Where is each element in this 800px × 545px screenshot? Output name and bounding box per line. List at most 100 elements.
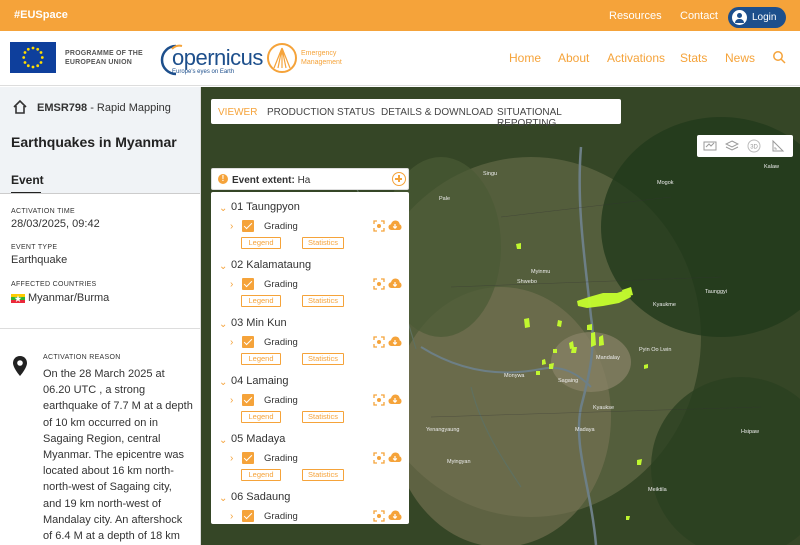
aoi-item: ⌄ 02 Kalamataung › Grading Legend Statis…: [211, 257, 409, 315]
aoi-name[interactable]: 03 Min Kun: [231, 317, 287, 329]
place-label: Hsipaw: [741, 429, 760, 435]
statistics-button[interactable]: Statistics: [302, 411, 344, 423]
resources-link[interactable]: Resources: [609, 10, 662, 22]
statistics-button[interactable]: Statistics: [302, 237, 344, 249]
nav-stats[interactable]: Stats: [680, 51, 707, 65]
ems-label: Emergency Management: [301, 50, 342, 66]
chevron-right-icon[interactable]: ›: [230, 511, 233, 522]
chevron-down-icon[interactable]: ⌄: [219, 377, 227, 388]
tab-situational-reporting[interactable]: SITUATIONAL REPORTING: [497, 107, 621, 129]
legend-button[interactable]: Legend: [241, 237, 281, 249]
nav-activations[interactable]: Activations: [607, 51, 665, 65]
tab-viewer[interactable]: VIEWER: [218, 107, 257, 118]
legend-button[interactable]: Legend: [241, 295, 281, 307]
3d-view-icon[interactable]: 3D: [747, 139, 761, 153]
zoom-to-icon[interactable]: [373, 510, 385, 522]
chevron-right-icon[interactable]: ›: [230, 337, 233, 348]
warning-icon: !: [218, 174, 228, 184]
tab-production-status[interactable]: PRODUCTION STATUS: [267, 107, 375, 118]
map-viewer[interactable]: Mandalay Sagaing Monywa Shwebo Myingyan …: [201, 87, 800, 545]
statistics-button[interactable]: Statistics: [302, 295, 344, 307]
zoom-to-icon[interactable]: [373, 452, 385, 464]
grading-checkbox[interactable]: [242, 394, 254, 406]
aoi-name[interactable]: 01 Taungpyon: [231, 201, 300, 213]
place-label: Taunggyi: [705, 289, 728, 295]
legend-button[interactable]: Legend: [241, 469, 281, 481]
aoi-list-panel: ⌄ 01 Taungpyon › Grading Legend Statisti…: [211, 192, 409, 524]
zoom-to-icon[interactable]: [373, 278, 385, 290]
map-extent-icon[interactable]: [703, 139, 717, 153]
zoom-to-icon[interactable]: [373, 220, 385, 232]
download-cloud-icon[interactable]: [388, 335, 402, 348]
activation-reason-text: On the 28 March 2025 at 06.20 UTC , a st…: [43, 368, 193, 543]
grading-label: Grading: [264, 453, 298, 464]
activation-panel: EMSR798 - Rapid Mapping Earthquakes in M…: [0, 87, 201, 545]
grading-checkbox[interactable]: [242, 336, 254, 348]
eu-programme-label: PROGRAMME OF THE EUROPEAN UNION: [65, 50, 143, 66]
affected-countries-label: AFFECTED COUNTRIES: [11, 281, 97, 288]
aoi-item: ⌄ 04 Lamaing › Grading Legend Statistics: [211, 373, 409, 431]
download-cloud-icon[interactable]: [388, 277, 402, 290]
aoi-name[interactable]: 06 Sadaung: [231, 491, 290, 503]
nav-news[interactable]: News: [725, 51, 755, 65]
grading-checkbox[interactable]: [242, 510, 254, 522]
grading-label: Grading: [264, 511, 298, 522]
legend-button[interactable]: Legend: [241, 353, 281, 365]
nav-home[interactable]: Home: [509, 51, 541, 65]
grading-checkbox[interactable]: [242, 452, 254, 464]
chevron-right-icon[interactable]: ›: [230, 395, 233, 406]
grading-checkbox[interactable]: [242, 278, 254, 290]
statistics-button[interactable]: Statistics: [302, 353, 344, 365]
statistics-button[interactable]: Statistics: [302, 469, 344, 481]
grading-label: Grading: [264, 279, 298, 290]
place-label: Monywa: [504, 373, 525, 379]
download-cloud-icon[interactable]: [388, 393, 402, 406]
euspace-link[interactable]: #EUSpace: [14, 9, 68, 21]
event-extent-bar: ! Event extent: Ha: [211, 168, 409, 190]
login-button[interactable]: Login: [728, 7, 786, 28]
place-label: Pyin Oo Lwin: [639, 347, 672, 353]
place-label: Kyaukse: [593, 405, 615, 411]
nav-about[interactable]: About: [558, 51, 589, 65]
measure-icon[interactable]: [771, 139, 785, 153]
chevron-down-icon[interactable]: ⌄: [219, 261, 227, 272]
search-icon[interactable]: [772, 50, 786, 64]
chevron-down-icon[interactable]: ⌄: [219, 203, 227, 214]
aoi-name[interactable]: 04 Lamaing: [231, 375, 289, 387]
tab-event[interactable]: Event: [11, 173, 44, 187]
aoi-name[interactable]: 05 Madaya: [231, 433, 285, 445]
add-circle-icon[interactable]: [392, 172, 406, 186]
aoi-name[interactable]: 02 Kalamataung: [231, 259, 311, 271]
place-label: Pale: [439, 196, 451, 202]
aoi-item: ⌄ 06 Sadaung › Grading: [211, 489, 409, 524]
layers-icon[interactable]: [725, 139, 739, 153]
contact-link[interactable]: Contact: [680, 10, 718, 22]
grading-label: Grading: [264, 221, 298, 232]
myanmar-flag-icon: [11, 294, 25, 303]
download-cloud-icon[interactable]: [388, 219, 402, 232]
grading-checkbox[interactable]: [242, 220, 254, 232]
chevron-down-icon[interactable]: ⌄: [219, 319, 227, 330]
place-label: Singu: [483, 171, 498, 177]
event-type-label: EVENT TYPE: [11, 244, 58, 251]
download-cloud-icon[interactable]: [388, 509, 402, 522]
legend-button[interactable]: Legend: [241, 411, 281, 423]
ems-logo-icon[interactable]: [266, 42, 298, 74]
chevron-down-icon[interactable]: ⌄: [219, 493, 227, 504]
zoom-to-icon[interactable]: [373, 336, 385, 348]
eu-flag-logo[interactable]: [10, 42, 56, 73]
chevron-down-icon[interactable]: ⌄: [219, 435, 227, 446]
zoom-to-icon[interactable]: [373, 394, 385, 406]
place-label: Kalaw: [764, 164, 779, 170]
copernicus-wordmark: opernicus: [172, 45, 263, 70]
chevron-right-icon[interactable]: ›: [230, 279, 233, 290]
site-header: PROGRAMME OF THE EUROPEAN UNION opernicu…: [0, 31, 800, 86]
chevron-right-icon[interactable]: ›: [230, 453, 233, 464]
download-cloud-icon[interactable]: [388, 451, 402, 464]
grading-label: Grading: [264, 337, 298, 348]
chevron-right-icon[interactable]: ›: [230, 221, 233, 232]
place-label: Meiktila: [648, 487, 667, 493]
place-label: Yenangyaung: [426, 427, 460, 433]
svg-text:3D: 3D: [750, 145, 758, 151]
tab-details-download[interactable]: DETAILS & DOWNLOAD: [381, 107, 493, 118]
